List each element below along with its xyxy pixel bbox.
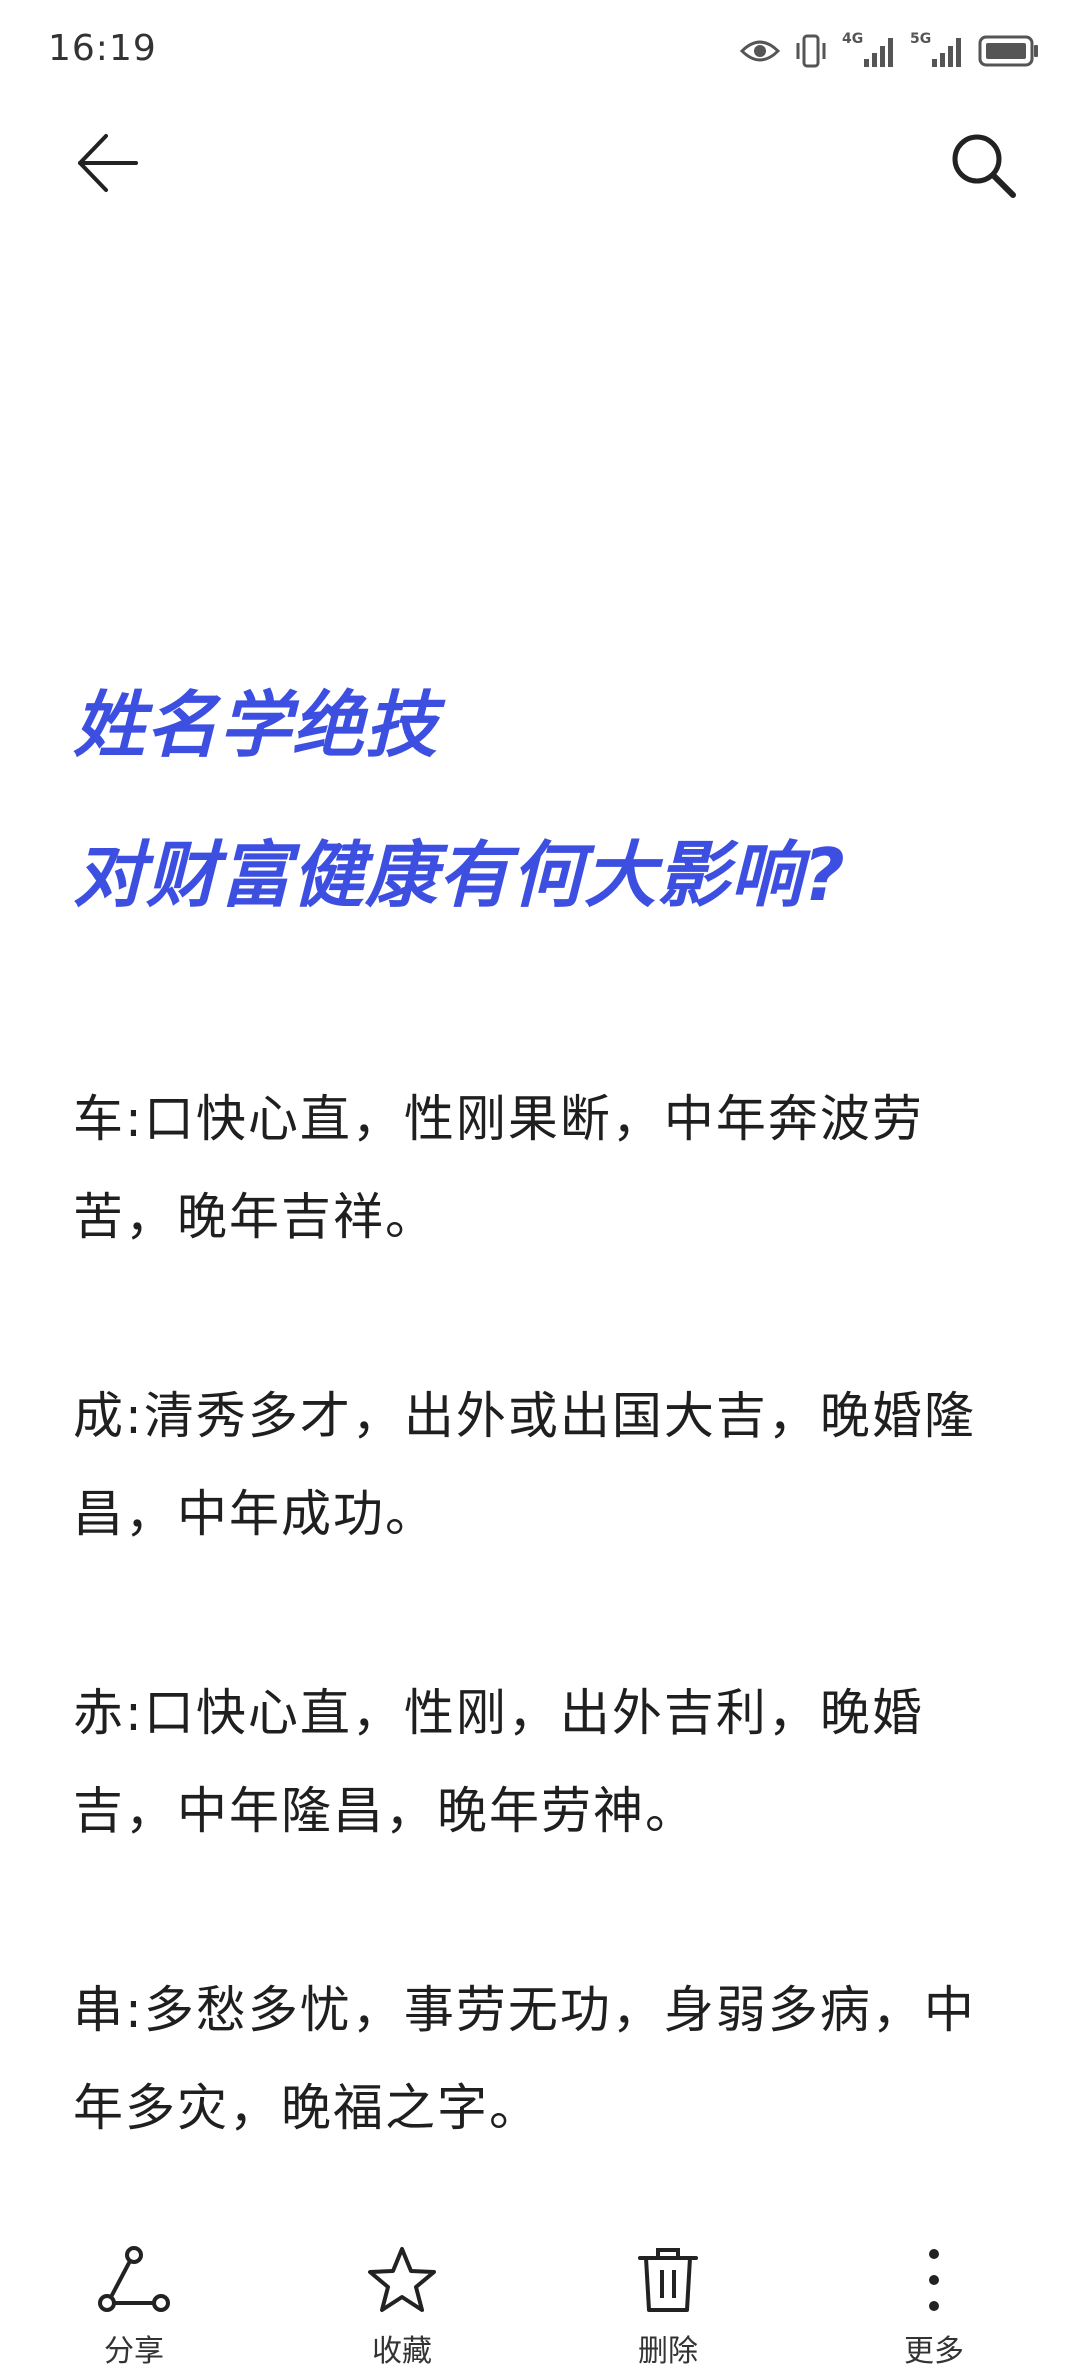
- article-paragraph: 赤:口快心直，性刚，出外吉利，晚婚吉，中年隆昌，晚年劳神。: [73, 1684, 924, 1840]
- bottom-action-bar: 分享 收藏 删除 更多: [0, 2240, 1080, 2378]
- share-icon: [94, 2240, 174, 2320]
- status-time: 16:19: [48, 28, 157, 69]
- back-button[interactable]: [62, 120, 152, 210]
- more-label: 更多: [904, 2334, 964, 2369]
- more-vertical-icon: [894, 2240, 974, 2320]
- vibrate-icon: [794, 33, 828, 69]
- eye-icon: [740, 36, 780, 66]
- signal-4g-icon: 4G: [842, 31, 896, 69]
- favorite-label: 收藏: [372, 2334, 432, 2369]
- status-bar: 16:19 4G 5G: [0, 0, 1080, 100]
- title-line: 对财富健康有何大影响?: [73, 833, 846, 917]
- title-line: 姓名学绝技: [73, 683, 439, 767]
- signal-5g-icon: 5G: [910, 31, 964, 69]
- more-button[interactable]: 更多: [864, 2240, 1004, 2378]
- favorite-button[interactable]: 收藏: [332, 2240, 472, 2378]
- arrow-left-icon: [72, 128, 142, 202]
- article-body: 车:口快心直，性刚果断，中年奔波劳苦，晚年吉祥。 成:清秀多才，出外或出国大吉，…: [73, 1070, 1013, 2157]
- article-content: 姓名学绝技 对财富健康有何大影响? 车:口快心直，性刚果断，中年奔波劳苦，晚年吉…: [73, 650, 1013, 2258]
- status-icons: 4G 5G: [740, 26, 1040, 76]
- star-icon: [362, 2240, 442, 2320]
- trash-icon: [628, 2240, 708, 2320]
- share-button[interactable]: 分享: [64, 2240, 204, 2378]
- article-paragraph: 车:口快心直，性刚果断，中年奔波劳苦，晚年吉祥。: [73, 1090, 924, 1246]
- search-icon: [947, 129, 1019, 205]
- article-paragraph: 成:清秀多才，出外或出国大吉，晚婚隆昌，中年成功。: [73, 1387, 976, 1543]
- share-label: 分享: [104, 2334, 164, 2369]
- search-button[interactable]: [938, 122, 1028, 212]
- battery-icon: [978, 34, 1040, 68]
- article-paragraph: 串:多愁多忧，事劳无功，身弱多病，中年多灾，晚福之字。: [73, 1981, 976, 2137]
- delete-label: 删除: [638, 2334, 698, 2369]
- delete-button[interactable]: 删除: [598, 2240, 738, 2378]
- article-title: 姓名学绝技 对财富健康有何大影响?: [73, 650, 1013, 950]
